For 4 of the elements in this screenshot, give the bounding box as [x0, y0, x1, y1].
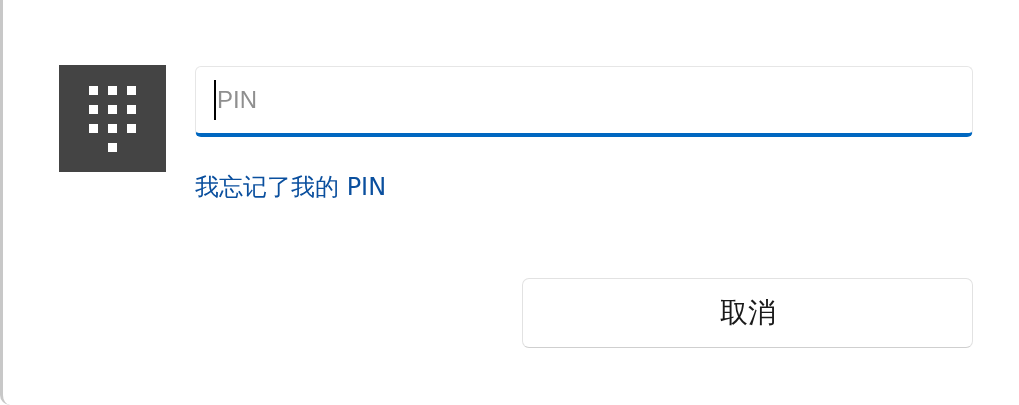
keypad-icon	[89, 85, 136, 152]
forgot-pin-link[interactable]: 我忘记了我的 PIN	[195, 171, 387, 203]
cancel-button[interactable]: 取消	[522, 278, 973, 348]
pin-input-field[interactable]: PIN	[195, 66, 973, 137]
